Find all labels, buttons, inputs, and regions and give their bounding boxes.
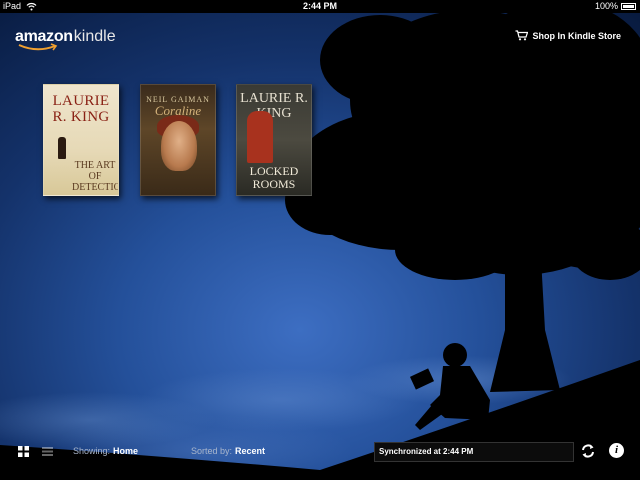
refresh-icon[interactable]	[580, 443, 596, 459]
logo-kindle-text: kindle	[73, 28, 116, 45]
sorted-label: Sorted by:	[191, 446, 233, 456]
list-view-icon[interactable]	[42, 446, 53, 457]
sync-status: Synchronized at 2:44 PM	[374, 442, 574, 462]
amazon-kindle-logo: amazonkindle	[15, 28, 116, 51]
cart-icon	[515, 30, 529, 41]
showing-value: Home	[113, 446, 139, 456]
book-author: LAURIE R. KING	[52, 93, 110, 125]
battery-icon	[621, 3, 636, 10]
shop-kindle-store-button[interactable]: Shop In Kindle Store	[515, 30, 621, 41]
cover-figure	[247, 111, 273, 163]
showing-label: Showing:	[73, 446, 111, 456]
amazon-smile-icon	[18, 43, 58, 51]
grid-view-icon[interactable]	[18, 446, 29, 457]
status-bar: iPad 2:44 PM 100%	[0, 0, 640, 13]
book-title: THE ART OF DETECTION	[72, 160, 118, 193]
sort-selector[interactable]: Sorted by: Recent	[191, 446, 265, 456]
cover-figure	[58, 137, 66, 159]
info-icon[interactable]: i	[609, 443, 624, 458]
sorted-value: Recent	[235, 446, 266, 456]
book-cover[interactable]: NEIL GAIMAN Coraline	[140, 84, 216, 196]
store-link-label: Shop In Kindle Store	[532, 30, 621, 41]
status-time: 2:44 PM	[302, 1, 337, 11]
book-cover[interactable]: LAURIE R. KING LOCKED ROOMS	[236, 84, 312, 196]
cover-face	[161, 121, 197, 171]
showing-filter[interactable]: Showing: Home	[73, 446, 138, 456]
book-title: LOCKED ROOMS	[249, 164, 299, 191]
tree-reader-silhouette	[0, 0, 640, 480]
battery-percent: 100%	[594, 1, 618, 11]
kindle-home-screen: iPad 2:44 PM 100% amazonkindle Shop In K…	[0, 0, 640, 480]
book-cover[interactable]: LAURIE R. KING THE ART OF DETECTION	[43, 84, 119, 196]
